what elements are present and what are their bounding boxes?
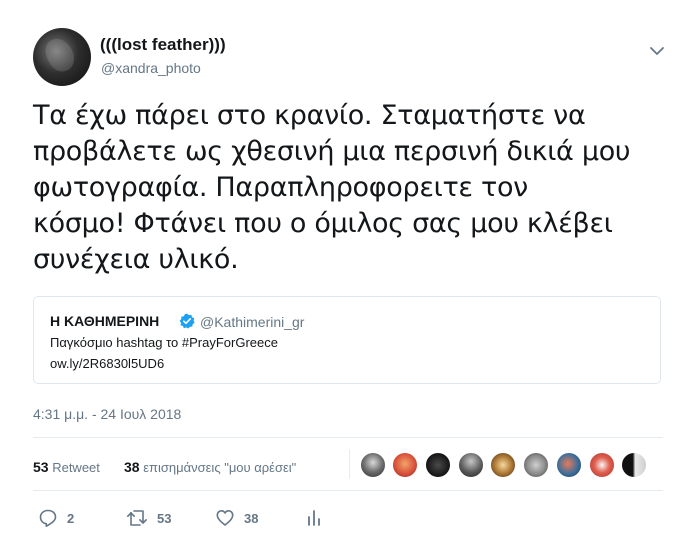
author-avatar[interactable] [33,28,91,86]
tweet-text: Τα έχω πάρει στο κρανίο. Σταματήστε να π… [33,98,663,278]
tweet-text-line: κόσμο! Φτάνει που ο όμιλος σας μου κλέβε… [33,208,613,239]
tweet-text-line: συνέχεια υλικό. [33,244,239,275]
divider [33,490,663,491]
retweet-stat-count: 53 [33,459,49,475]
tweet-text-line: Τα έχω πάρει στο κρανίο. Σταματήστε να [33,100,586,131]
like-count: 38 [244,510,259,526]
verified-badge-icon [179,313,195,329]
divider [33,437,663,438]
retweet-icon [127,510,147,526]
heart-icon [216,510,234,526]
quoted-tweet-handle: @Kathimerini_gr [200,314,305,330]
like-button[interactable]: 38 [215,508,258,528]
tweet-timestamp[interactable]: 4:31 μ.μ. - 24 Ιουλ 2018 [33,406,181,422]
liker-avatar[interactable] [392,452,418,478]
liker-avatar[interactable] [425,452,451,478]
chevron-down-icon[interactable] [648,44,666,58]
liker-avatar[interactable] [589,452,615,478]
liker-avatar[interactable] [556,452,582,478]
quoted-tweet-author-name: Η ΚΑΘΗΜΕΡΙΝΗ [50,313,160,329]
tweet-text-line: προβάλετε ως χθεσινή μια περσινή δικιά μ… [33,136,631,167]
stats-separator [349,449,350,479]
like-stat[interactable]: 38 επισημάνσεις "μου αρέσει" [124,459,296,475]
like-stat-label: επισημάνσεις "μου αρέσει" [143,460,297,475]
analytics-icon [308,510,320,526]
liker-avatar[interactable] [360,452,386,478]
author-handle[interactable]: @xandra_photo [101,60,201,76]
like-stat-count: 38 [124,459,140,475]
retweet-stat[interactable]: 53 Retweet [33,459,100,475]
reply-button[interactable]: 2 [38,508,74,528]
author-display-name[interactable]: (((lost feather))) [100,35,226,55]
quoted-tweet-link[interactable]: ow.ly/2R6830l5UD6 [50,356,164,371]
liker-avatar[interactable] [621,452,647,478]
retweet-stat-label: Retweet [52,460,100,475]
liker-avatar[interactable] [523,452,549,478]
reply-count: 2 [67,510,75,526]
quoted-tweet-text: Παγκόσμιο hashtag το #PrayForGreece [50,335,278,350]
liker-avatar[interactable] [490,452,516,478]
liker-avatar[interactable] [458,452,484,478]
analytics-button[interactable] [306,508,322,528]
reply-icon [39,509,57,527]
retweet-count: 53 [157,510,172,526]
retweet-button[interactable]: 53 [126,508,171,528]
quoted-tweet-card[interactable]: Η ΚΑΘΗΜΕΡΙΝΗ @Kathimerini_gr Παγκόσμιο h… [33,296,661,384]
tweet-text-line: φωτογραφία. Παραπληροφορειτε τον [33,172,528,203]
